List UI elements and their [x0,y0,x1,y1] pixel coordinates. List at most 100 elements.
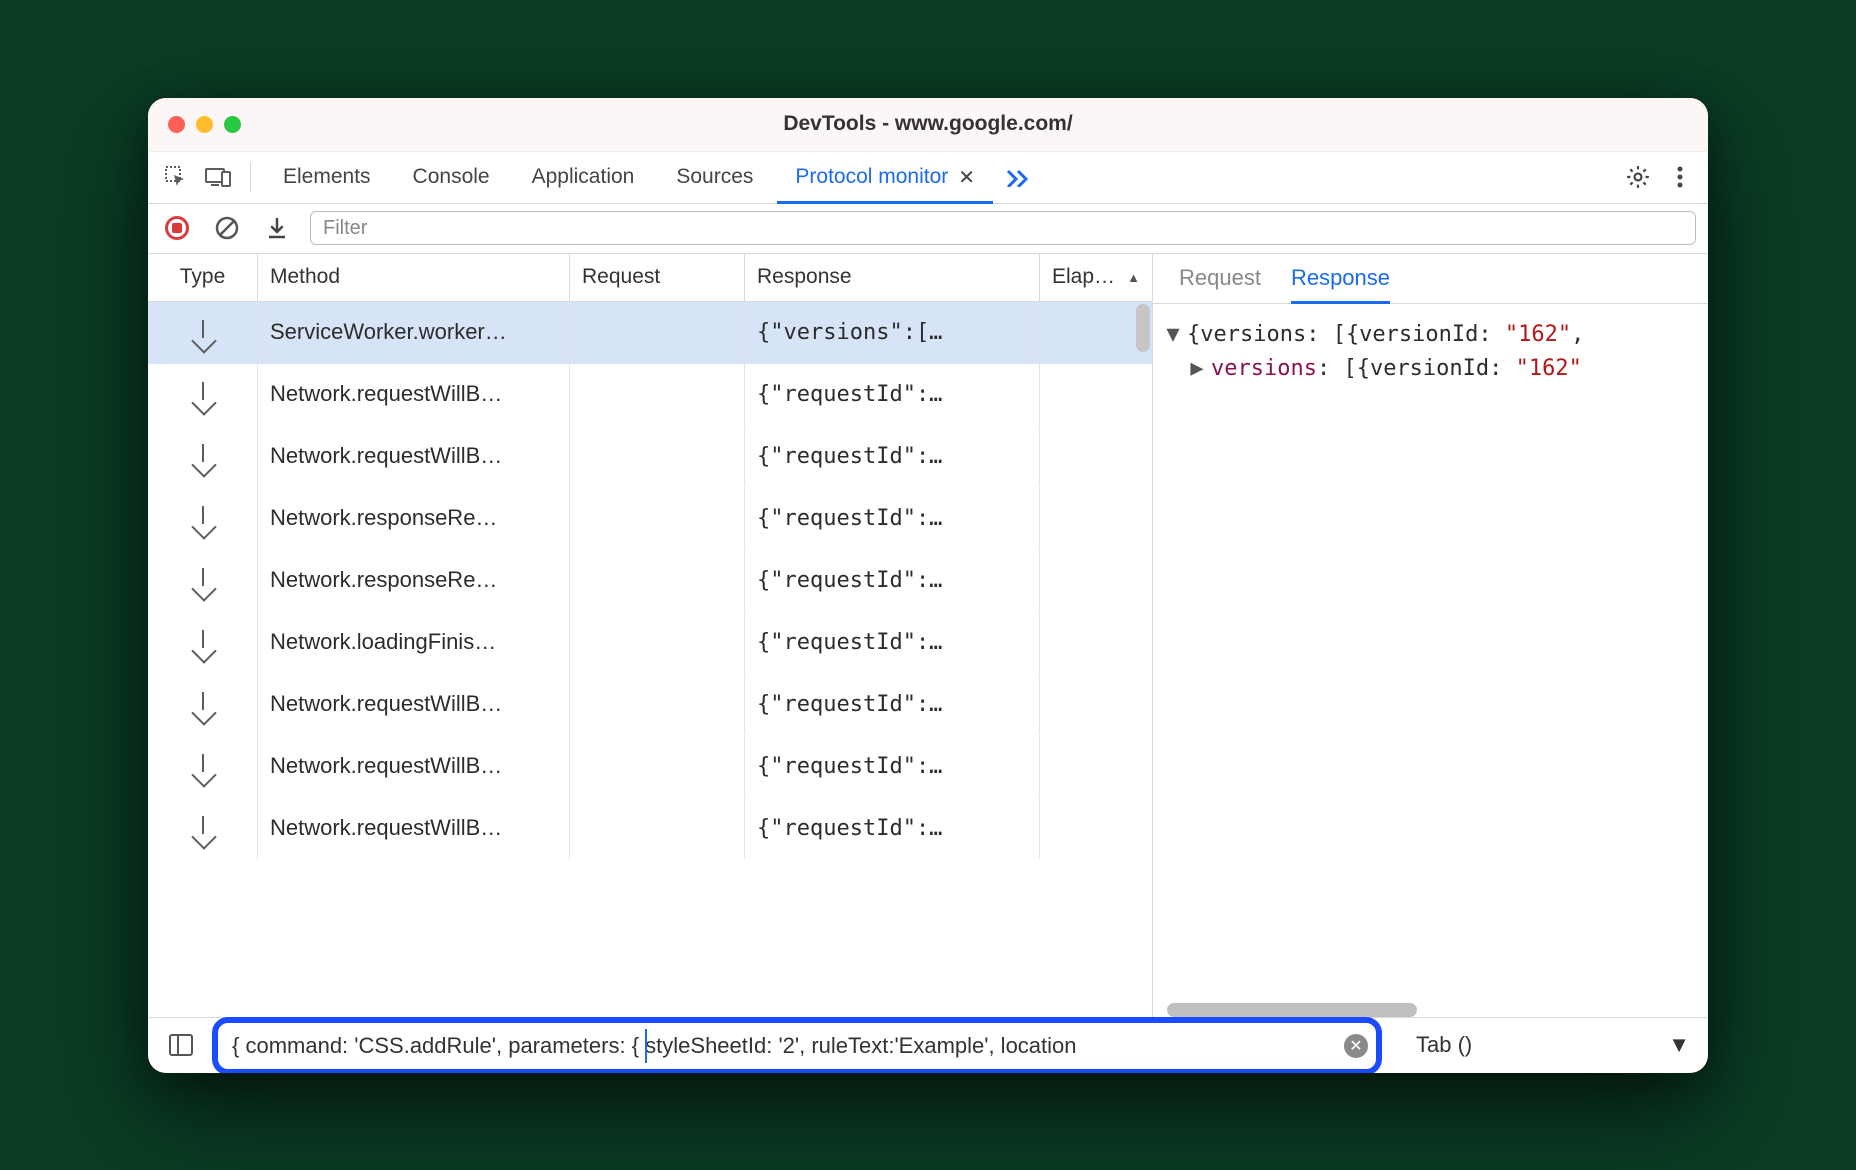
tab-label: Protocol monitor [795,165,948,189]
cell-request [570,674,745,735]
protocol-toolbar [148,204,1708,254]
vertical-scrollbar[interactable] [1136,304,1150,352]
more-tabs-icon[interactable] [999,159,1035,195]
minimize-window-button[interactable] [196,116,213,133]
events-table: Type Method Request Response Elap… ▲ Ser… [148,254,1153,1017]
cell-type [148,674,258,735]
table-row[interactable]: ServiceWorker.worker…{"versions":[… [148,302,1152,364]
settings-icon[interactable] [1620,159,1656,195]
command-input[interactable]: { command: 'CSS.addRule', parameters: { … [212,1017,1382,1073]
main-split: Type Method Request Response Elap… ▲ Ser… [148,254,1708,1017]
cell-request [570,798,745,859]
cell-request [570,426,745,487]
horizontal-scrollbar[interactable] [1167,1003,1417,1017]
device-toolbar-icon[interactable] [200,159,236,195]
detail-panel: Request Response ▼ {versions: [{versionI… [1153,254,1708,1017]
arrow-down-icon [194,320,212,344]
kebab-menu-icon[interactable] [1662,159,1698,195]
tree-child[interactable]: ▶ versions: [{versionId: "162" [1165,352,1698,386]
cell-request [570,364,745,425]
cell-response: {"versions":[… [745,302,1040,363]
tab-strip: Elements Console Application Sources Pro… [148,152,1708,204]
window-controls [168,116,241,133]
tab-console[interactable]: Console [395,151,508,203]
tab-protocol-monitor[interactable]: Protocol monitor ✕ [777,151,993,203]
col-header-response[interactable]: Response [745,254,1040,301]
filter-input[interactable] [310,211,1696,245]
cell-type [148,488,258,549]
col-header-request[interactable]: Request [570,254,745,301]
table-header: Type Method Request Response Elap… ▲ [148,254,1152,302]
text-cursor [645,1029,647,1063]
tree-root[interactable]: ▼ {versions: [{versionId: "162", [1165,318,1698,352]
expand-icon[interactable]: ▼ [1668,1032,1690,1058]
clear-input-icon[interactable]: ✕ [1344,1034,1368,1058]
table-row[interactable]: Network.requestWillB…{"requestId":… [148,736,1152,798]
cell-request [570,302,745,363]
cell-response: {"requestId":… [745,488,1040,549]
command-input-text: { command: 'CSS.addRule', parameters: { … [232,1033,1336,1059]
arrow-down-icon [194,382,212,406]
download-icon[interactable] [260,211,294,245]
close-tab-icon[interactable]: ✕ [958,165,975,190]
inspect-element-icon[interactable] [158,159,194,195]
cell-method: Network.responseRe… [258,550,570,611]
caret-right-icon[interactable]: ▶ [1189,356,1205,381]
cell-response: {"requestId":… [745,798,1040,859]
cell-elapsed [1040,736,1152,797]
cell-type [148,426,258,487]
tab-label: Sources [676,165,753,189]
cell-type [148,736,258,797]
table-row[interactable]: Network.loadingFinis…{"requestId":… [148,612,1152,674]
table-row[interactable]: Network.requestWillB… {"requestId":… [148,798,1152,860]
titlebar: DevTools - www.google.com/ [148,98,1708,152]
cell-response: {"requestId":… [745,364,1040,425]
cell-method: Network.requestWillB… [258,736,570,797]
table-row[interactable]: Network.responseRe… {"requestId":… [148,550,1152,612]
col-header-elapsed[interactable]: Elap… ▲ [1040,254,1152,301]
col-header-type[interactable]: Type [148,254,258,301]
caret-down-icon[interactable]: ▼ [1165,322,1181,347]
cell-type [148,302,258,363]
cell-elapsed [1040,798,1152,859]
tab-label: Application [532,165,635,189]
cell-elapsed [1040,364,1152,425]
cell-request [570,612,745,673]
cell-request [570,736,745,797]
cell-request [570,488,745,549]
devtools-window: DevTools - www.google.com/ Elements Cons… [148,98,1708,1073]
arrow-down-icon [194,568,212,592]
table-body[interactable]: ServiceWorker.worker…{"versions":[…Netwo… [148,302,1152,1017]
cell-method: Network.requestWillB… [258,798,570,859]
table-row[interactable]: Network.requestWillB… {"requestId":… [148,426,1152,488]
tab-sources[interactable]: Sources [658,151,771,203]
sort-asc-icon: ▲ [1127,270,1140,285]
tab-application[interactable]: Application [514,151,653,203]
cell-elapsed [1040,612,1152,673]
separator [250,162,251,192]
cell-response: {"requestId":… [745,674,1040,735]
clear-icon[interactable] [210,211,244,245]
table-row[interactable]: Network.requestWillB… {"requestId":… [148,364,1152,426]
col-header-method[interactable]: Method [258,254,570,301]
bottom-bar: { command: 'CSS.addRule', parameters: { … [148,1017,1708,1073]
detail-tab-request[interactable]: Request [1179,253,1261,303]
record-button[interactable] [160,211,194,245]
arrow-down-icon [194,630,212,654]
cell-request [570,550,745,611]
cell-method: Network.requestWillB… [258,426,570,487]
cell-response: {"requestId":… [745,550,1040,611]
close-window-button[interactable] [168,116,185,133]
arrow-down-icon [194,754,212,778]
window-title: DevTools - www.google.com/ [148,112,1708,136]
toggle-drawer-icon[interactable] [166,1030,196,1060]
arrow-down-icon [194,692,212,716]
tab-elements[interactable]: Elements [265,151,389,203]
tab-label: Console [413,165,490,189]
table-row[interactable]: Network.requestWillB…{"requestId":… [148,674,1152,736]
table-row[interactable]: Network.responseRe…{"requestId":… [148,488,1152,550]
maximize-window-button[interactable] [224,116,241,133]
cell-method: Network.requestWillB… [258,364,570,425]
detail-tab-response[interactable]: Response [1291,253,1390,303]
cell-response: {"requestId":… [745,426,1040,487]
